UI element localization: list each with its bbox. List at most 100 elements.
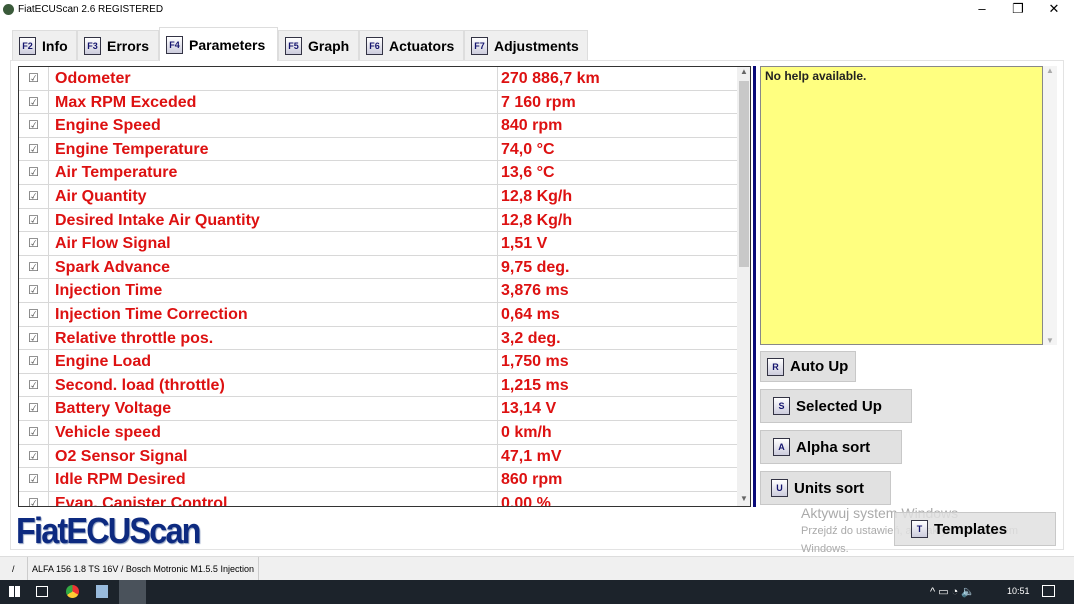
table-scrollbar[interactable]: ▲ ▼ [737, 67, 750, 506]
row-checkbox[interactable]: ☑ [19, 491, 49, 506]
parameter-value: 0,64 ms [501, 306, 560, 323]
parameter-name: Engine Load [55, 353, 151, 371]
tab-actuators[interactable]: F6 Actuators [359, 30, 464, 60]
tray-icons[interactable]: ^ ▭ ◔ 🔈 [930, 585, 975, 598]
scroll-up-arrow[interactable]: ▲ [737, 67, 750, 79]
tab-label: Actuators [389, 37, 455, 54]
parameter-value: 9,75 deg. [501, 258, 570, 276]
row-checkbox[interactable]: ☑ [19, 232, 49, 255]
auto-up-button[interactable]: R Auto Up [760, 351, 856, 382]
column-divider [497, 421, 498, 444]
parameter-row[interactable]: ☑ Odometer 270 886,7 km [19, 67, 737, 91]
tab-label: Adjustments [494, 37, 579, 54]
parameter-name: O2 Sensor Signal [55, 447, 188, 465]
key-badge: R [767, 357, 784, 376]
parameter-value: 3,876 ms [501, 282, 569, 300]
parameter-row[interactable]: ☑ Engine Load 1,750 ms [19, 350, 737, 374]
status-bar: / ALFA 156 1.8 TS 16V / Bosch Motronic M… [0, 556, 1074, 580]
key-badge: F7 [471, 36, 488, 55]
notifications-icon[interactable] [1042, 585, 1055, 597]
row-checkbox[interactable]: ☑ [19, 373, 49, 397]
parameter-row[interactable]: ☑ Second. load (throttle) 1,215 ms [19, 373, 737, 398]
parameter-row[interactable]: ☑ Spark Advance 9,75 deg. [19, 255, 737, 280]
row-checkbox[interactable]: ☑ [19, 67, 49, 90]
parameter-name: Air Quantity [55, 188, 147, 205]
parameter-row[interactable]: ☑ Air Temperature 13,6 °C [19, 161, 737, 185]
row-checkbox[interactable]: ☑ [19, 397, 49, 420]
row-checkbox[interactable]: ☑ [19, 114, 49, 137]
parameter-row[interactable]: ☑ Idle RPM Desired 860 rpm [19, 468, 737, 492]
row-checkbox[interactable]: ☑ [19, 90, 49, 114]
parameter-name: Desired Intake Air Quantity [55, 211, 260, 229]
units-sort-button[interactable]: U Units sort [760, 471, 891, 505]
button-label: Templates [934, 520, 1008, 538]
column-divider [497, 114, 498, 137]
tab-parameters[interactable]: F4 Parameters [159, 27, 278, 61]
parameter-name: Injection Time Correction [55, 306, 248, 323]
tab-graph[interactable]: F5 Graph [278, 30, 359, 60]
row-checkbox[interactable]: ☑ [19, 468, 49, 491]
column-divider [497, 326, 498, 350]
parameter-row[interactable]: ☑ Engine Speed 840 rpm [19, 114, 737, 138]
taskbar: ^ ▭ ◔ 🔈 10:51 [0, 580, 1074, 604]
help-scrollbar[interactable]: ▲ ▼ [1043, 66, 1057, 345]
parameter-name: Battery Voltage [55, 400, 172, 418]
parameter-value: 1,51 V [501, 235, 548, 253]
windows-start-icon[interactable] [9, 586, 20, 597]
parameter-name: Air Flow Signal [55, 235, 171, 253]
column-divider [497, 90, 498, 114]
column-divider [497, 185, 498, 208]
parameter-row[interactable]: ☑ Evap. Canister Control 0,00 % [19, 491, 737, 506]
scrollbar-thumb[interactable] [739, 81, 749, 267]
parameters-table: ☑ Evap. Canister Control 0,00 % ☑ Idle RPM D… [18, 66, 751, 507]
minimize-button[interactable]: – [964, 0, 1000, 18]
parameter-row[interactable]: ☑ Relative throttle pos. 3,2 deg. [19, 326, 737, 351]
row-checkbox[interactable]: ☑ [19, 350, 49, 373]
templates-button[interactable]: T Templates [894, 512, 1056, 546]
row-checkbox[interactable]: ☑ [19, 279, 49, 302]
column-divider [497, 350, 498, 373]
task-view-icon[interactable] [36, 586, 48, 597]
button-label: Auto Up [790, 358, 849, 375]
alpha-sort-button[interactable]: A Alpha sort [760, 430, 902, 464]
parameter-row[interactable]: ☑ Air Quantity 12,8 Kg/h [19, 185, 737, 209]
parameter-row[interactable]: ☑ Air Flow Signal 1,51 V [19, 232, 737, 256]
parameter-value: 74,0 °C [501, 140, 555, 158]
column-divider [497, 397, 498, 420]
parameter-value: 0 km/h [501, 424, 552, 441]
row-checkbox[interactable]: ☑ [19, 255, 49, 279]
column-divider [497, 67, 498, 90]
parameter-row[interactable]: ☑ Desired Intake Air Quantity 12,8 Kg/h [19, 208, 737, 233]
tab-errors[interactable]: F3 Errors [77, 30, 159, 60]
tab-adjustments[interactable]: F7 Adjustments [464, 30, 588, 60]
tab-info[interactable]: F2 Info [12, 30, 77, 60]
row-checkbox[interactable]: ☑ [19, 137, 49, 161]
parameter-row[interactable]: ☑ Injection Time Correction 0,64 ms [19, 303, 737, 327]
fiatecuscan-logo: FiatECUScan [16, 510, 201, 551]
row-checkbox[interactable]: ☑ [19, 326, 49, 350]
row-checkbox[interactable]: ☑ [19, 444, 49, 468]
fiatecuscan-taskbar-icon[interactable] [119, 580, 146, 604]
chrome-icon[interactable] [66, 585, 79, 598]
column-divider [497, 161, 498, 184]
parameter-name: Vehicle speed [55, 424, 161, 441]
row-checkbox[interactable]: ☑ [19, 303, 49, 326]
app-taskbar-icon[interactable] [96, 585, 108, 598]
close-button[interactable]: ✕ [1036, 0, 1072, 18]
row-checkbox[interactable]: ☑ [19, 185, 49, 208]
clock[interactable]: 10:51 [1007, 586, 1030, 596]
parameter-row[interactable]: ☑ O2 Sensor Signal 47,1 mV [19, 444, 737, 469]
parameter-row[interactable]: ☑ Vehicle speed 0 km/h [19, 421, 737, 445]
selected-up-button[interactable]: S Selected Up [760, 389, 912, 423]
row-checkbox[interactable]: ☑ [19, 161, 49, 184]
parameter-name: Idle RPM Desired [55, 471, 186, 489]
row-checkbox[interactable]: ☑ [19, 208, 49, 232]
parameter-row[interactable]: ☑ Engine Temperature 74,0 °C [19, 137, 737, 162]
maximize-button[interactable]: ❐ [1000, 0, 1036, 18]
scroll-down-arrow[interactable]: ▼ [737, 494, 750, 506]
parameter-row[interactable]: ☑ Injection Time 3,876 ms [19, 279, 737, 303]
column-divider [497, 468, 498, 491]
parameter-row[interactable]: ☑ Battery Voltage 13,14 V [19, 397, 737, 421]
parameter-row[interactable]: ☑ Max RPM Exceded 7 160 rpm [19, 90, 737, 115]
row-checkbox[interactable]: ☑ [19, 421, 49, 444]
